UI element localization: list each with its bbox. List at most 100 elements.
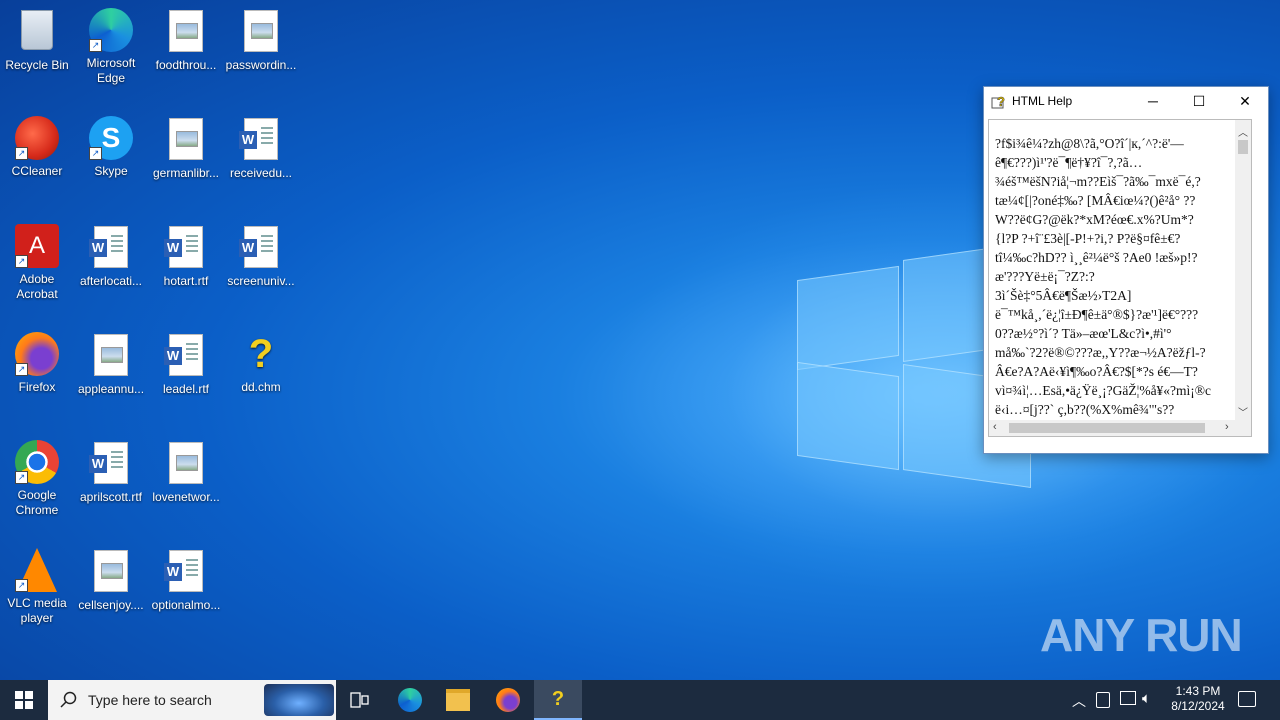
desktop-icon-label: germanlibr... [152, 166, 220, 180]
search-highlight-image [264, 684, 334, 716]
shortcut-arrow-icon: ↗ [89, 39, 102, 52]
edge-icon [398, 688, 422, 712]
html-help-window[interactable]: ? HTML Help ─ ☐ ✕ ?f$i¾ê¼?zh@8\?ã,°O?î´|… [983, 86, 1269, 454]
image-file-icon [244, 10, 278, 52]
help-icon: ? [991, 94, 1005, 109]
image-file-icon [94, 334, 128, 376]
desktop-icon-11[interactable]: Wscreenuniv... [224, 224, 298, 289]
image-file-icon [94, 550, 128, 592]
search-box[interactable]: Type here to search [48, 680, 336, 720]
desktop-icon-19[interactable]: ↗ VLC media player [0, 548, 74, 626]
horizontal-scroll-thumb[interactable] [1009, 423, 1205, 433]
word-document-icon: W [164, 550, 203, 592]
desktop-icon-label: receivedu... [229, 166, 293, 180]
recycle-bin-icon [21, 10, 53, 50]
chm-help-icon: ? [248, 332, 274, 376]
desktop-icon-label: Google Chrome [15, 488, 59, 517]
desktop-icon-5[interactable]: S ↗ Skype [74, 116, 148, 179]
title-bar[interactable]: ? HTML Help ─ ☐ ✕ [984, 87, 1268, 115]
desktop-icon-15[interactable]: ? dd.chm [224, 332, 298, 395]
anyrun-watermark: ANY RUN [1040, 609, 1243, 661]
taskbar-firefox[interactable] [484, 680, 532, 720]
word-document-icon: W [164, 226, 203, 268]
desktop-icon-17[interactable]: Waprilscott.rtf [74, 440, 148, 505]
desktop-icon-label: Adobe Acrobat [16, 272, 58, 301]
word-document-icon: W [239, 226, 278, 268]
taskbar-file-explorer[interactable] [434, 680, 482, 720]
desktop-icon-12[interactable]: ↗ Firefox [0, 332, 74, 395]
help-content-text: ?f$i¾ê¼?zh@8\?ã,°O?î´|к,´^?:ë'— ê¶€???)ì… [995, 136, 1212, 434]
desktop-icon-label: VLC media player [7, 596, 67, 625]
desktop-icon-label: optionalmo... [151, 598, 221, 612]
scroll-right-icon[interactable]: › [1225, 421, 1229, 433]
taskbar-html-help[interactable]: ? [534, 680, 582, 720]
clock[interactable]: 1:43 PM 8/12/2024 [1166, 684, 1230, 714]
desktop-icon-13[interactable]: appleannu... [74, 332, 148, 397]
desktop-icon-label: aprilscott.rtf [79, 490, 142, 504]
desktop-icon-label: Firefox [18, 380, 56, 394]
help-icon: ? [551, 688, 565, 710]
desktop-icon-6[interactable]: germanlibr... [149, 116, 223, 181]
desktop-icon-label: afterlocati... [79, 274, 143, 288]
desktop-icon-4[interactable]: ↗ CCleaner [0, 116, 74, 179]
volume-icon[interactable]: 🔈︎ [1142, 690, 1151, 707]
scroll-up-icon[interactable]: ︿ [1238, 124, 1248, 139]
desktop-icon-8[interactable]: A ↗ Adobe Acrobat [0, 224, 74, 302]
shortcut-arrow-icon: ↗ [15, 579, 28, 592]
desktop-icon-label: hotart.rtf [163, 274, 209, 288]
desktop-icon-label: passwordin... [225, 58, 297, 72]
word-document-icon: W [89, 226, 128, 268]
horizontal-scrollbar[interactable]: ‹ › [989, 420, 1251, 436]
taskbar: Type here to search ? ︿ 🔈︎ 1:43 PM 8/12/… [0, 680, 1280, 720]
help-content-pane[interactable]: ?f$i¾ê¼?zh@8\?ã,°O?î´|к,´^?:ë'— ê¶€???)ì… [988, 119, 1252, 437]
desktop-icon-18[interactable]: lovenetwor... [149, 440, 223, 505]
notification-icon[interactable] [1238, 691, 1256, 707]
desktop-icon-label: CCleaner [11, 164, 63, 178]
desktop-icon-2[interactable]: foodthrou... [149, 8, 223, 73]
desktop-icon-label: lovenetwor... [152, 490, 220, 504]
desktop-icon-label: screenuniv... [227, 274, 295, 288]
minimize-button[interactable]: ─ [1130, 87, 1176, 115]
task-view-icon [350, 692, 369, 708]
desktop-icon-9[interactable]: Wafterlocati... [74, 224, 148, 289]
desktop-icon-0[interactable]: Recycle Bin [0, 8, 74, 73]
shortcut-arrow-icon: ↗ [15, 147, 28, 160]
desktop-icon-label: Recycle Bin [5, 58, 69, 72]
desktop-icon-label: Microsoft Edge [86, 56, 136, 85]
maximize-button[interactable]: ☐ [1176, 87, 1222, 115]
desktop-icon-3[interactable]: passwordin... [224, 8, 298, 73]
scroll-left-icon[interactable]: ‹ [993, 421, 997, 433]
close-button[interactable]: ✕ [1222, 87, 1268, 115]
vertical-scroll-thumb[interactable] [1238, 140, 1248, 154]
firefox-icon [496, 688, 520, 712]
shortcut-arrow-icon: ↗ [15, 255, 28, 268]
desktop-icon-20[interactable]: cellsenjoy.... [74, 548, 148, 613]
start-button[interactable] [0, 680, 48, 720]
desktop-icon-7[interactable]: Wreceivedu... [224, 116, 298, 181]
scroll-down-icon[interactable]: ﹀ [1238, 404, 1248, 419]
task-view-button[interactable] [336, 680, 384, 720]
desktop-icon-label: dd.chm [241, 380, 281, 394]
desktop-icon-label: Skype [94, 164, 128, 178]
desktop-icon-21[interactable]: Woptionalmo... [149, 548, 223, 613]
search-icon [60, 691, 77, 708]
device-icon[interactable] [1096, 692, 1110, 708]
chevron-up-icon[interactable]: ︿ [1072, 691, 1086, 711]
network-icon[interactable] [1120, 691, 1136, 705]
shortcut-arrow-icon: ↗ [89, 147, 102, 160]
svg-text:?: ? [997, 94, 1005, 109]
word-document-icon: W [239, 118, 278, 160]
desktop-icon-label: leadel.rtf [162, 382, 210, 396]
desktop-icon-16[interactable]: ↗ Google Chrome [0, 440, 74, 518]
desktop-icon-1[interactable]: ↗ Microsoft Edge [74, 8, 148, 86]
shortcut-arrow-icon: ↗ [15, 363, 28, 376]
image-file-icon [169, 442, 203, 484]
desktop-icon-14[interactable]: Wleadel.rtf [149, 332, 223, 397]
image-file-icon [169, 10, 203, 52]
shortcut-arrow-icon: ↗ [15, 471, 28, 484]
desktop-icon-10[interactable]: Whotart.rtf [149, 224, 223, 289]
clock-date: 8/12/2024 [1171, 699, 1225, 713]
desktop-icon-label: cellsenjoy.... [78, 598, 144, 612]
vertical-scrollbar[interactable]: ︿ ﹀ [1235, 120, 1251, 436]
taskbar-edge[interactable] [386, 680, 434, 720]
